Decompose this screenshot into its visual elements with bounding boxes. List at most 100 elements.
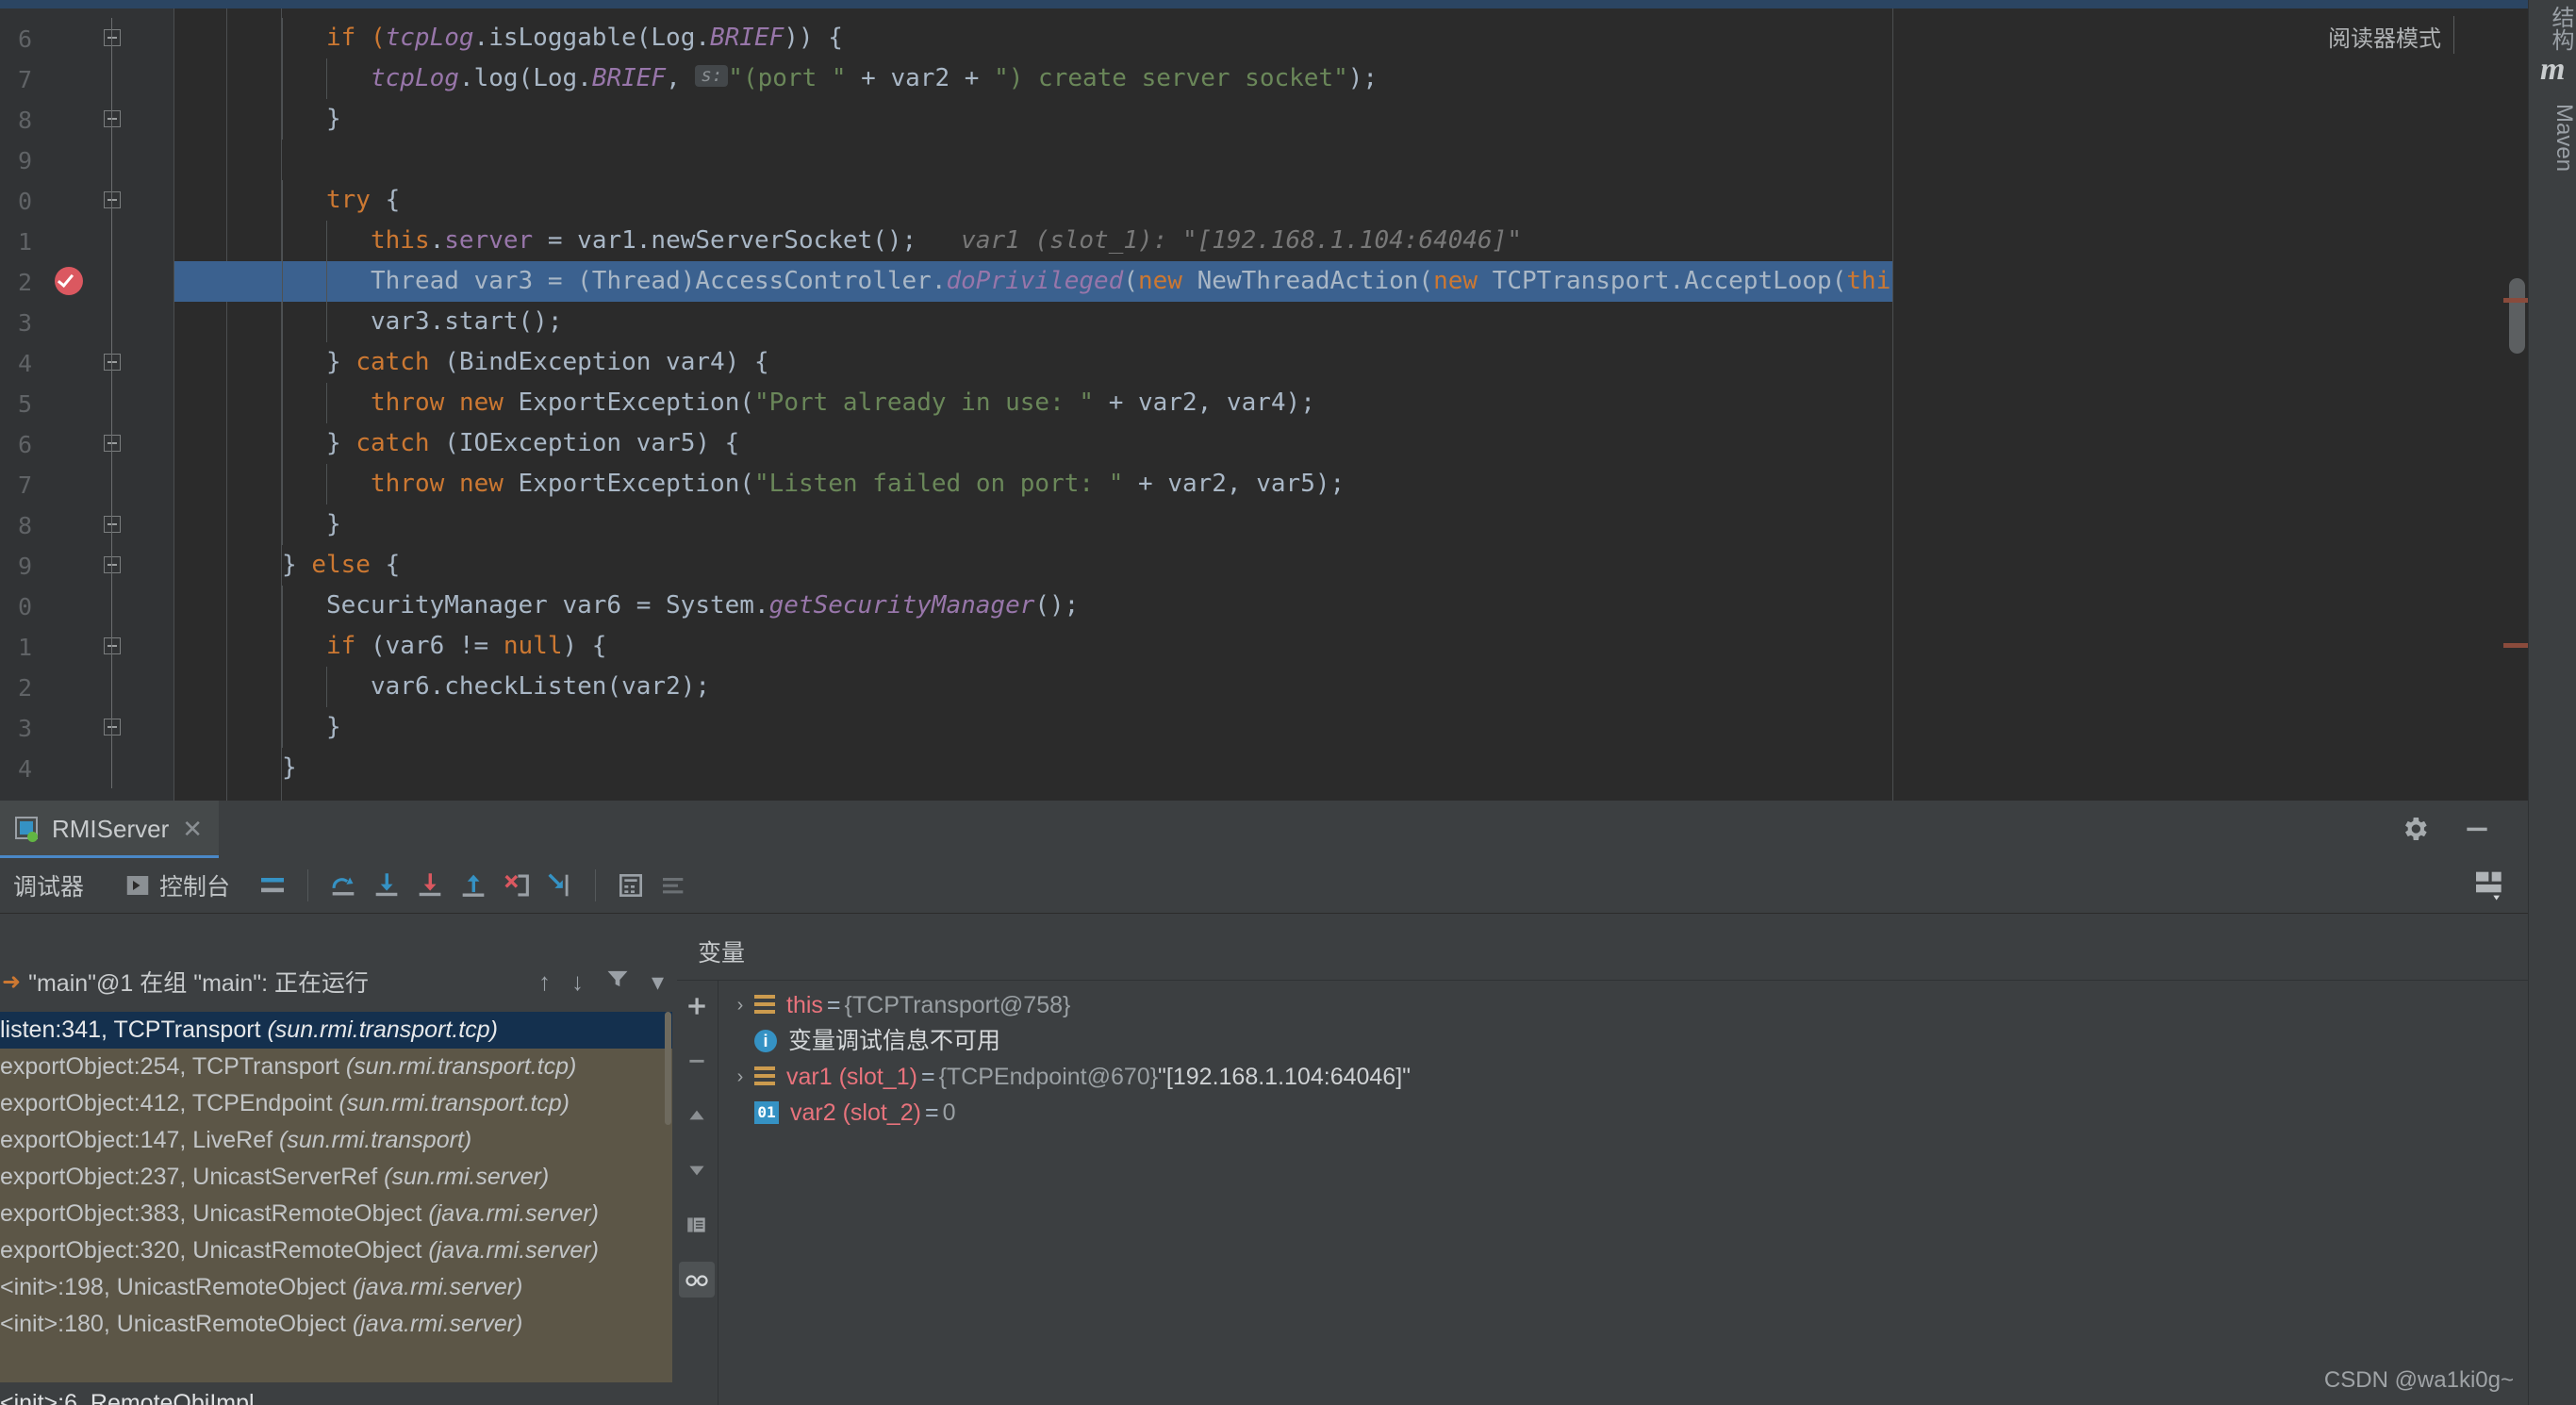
code-fold-toggle[interactable] xyxy=(104,110,121,127)
code-fold-toggle[interactable] xyxy=(104,516,121,533)
code-fold-toggle[interactable] xyxy=(104,354,121,371)
table-row[interactable]: exportObject:237, UnicastServerRef (sun.… xyxy=(0,1159,672,1196)
code-token: new xyxy=(1433,267,1478,295)
code-line[interactable]: } else { xyxy=(282,545,400,586)
table-row[interactable]: exportObject:320, UnicastRemoteObject (j… xyxy=(0,1232,672,1269)
frame-method: exportObject:147, LiveRef xyxy=(0,1127,279,1153)
table-row[interactable]: exportObject:383, UnicastRemoteObject (j… xyxy=(0,1196,672,1232)
debugger-tab-label[interactable]: 调试器 xyxy=(13,868,84,902)
code-fold-toggle[interactable] xyxy=(104,191,121,208)
gear-icon[interactable] xyxy=(2400,814,2430,849)
code-line[interactable]: } catch (BindException var4) { xyxy=(282,342,769,383)
code-line[interactable]: try { xyxy=(282,180,400,221)
frames-scrollbar-thumb[interactable] xyxy=(665,1012,671,1125)
inspect-icon[interactable] xyxy=(679,1262,715,1298)
console-play-icon[interactable] xyxy=(116,867,159,904)
code-token: try xyxy=(326,186,371,214)
step-over-icon[interactable] xyxy=(322,867,365,904)
breakpoint-icon[interactable] xyxy=(55,267,83,295)
debug-session-tab-label: RMIServer xyxy=(52,815,170,843)
list-item[interactable]: <init>:6, RemoteObjImpl xyxy=(0,1382,672,1405)
code-line[interactable]: tcpLog.log(Log.BRIEF, s: "(port " + var2 … xyxy=(282,58,1378,99)
fold-region-line xyxy=(111,99,112,140)
code-line[interactable]: var6.checkListen(var2); xyxy=(282,667,710,707)
force-step-into-icon[interactable] xyxy=(408,867,452,904)
line-number: 8 xyxy=(17,512,32,539)
error-stripe-marker[interactable] xyxy=(2503,643,2528,648)
code-line[interactable]: } xyxy=(282,99,341,140)
ide-window: 6789012345678901234 if (tcpLog.isLoggabl… xyxy=(0,0,2576,1405)
filter-icon[interactable] xyxy=(604,966,631,999)
variable-value: {TCPTransport@758} xyxy=(844,992,1071,1018)
sidebar-item-structure[interactable]: 结构 xyxy=(2529,6,2576,51)
thread-selector[interactable]: ➜ "main"@1 在组 "main": 正在运行 ↑ ↓ ▾ xyxy=(0,959,677,1004)
code-line[interactable]: throw new ExportException("Port already … xyxy=(282,383,1315,423)
layout-settings-icon[interactable] xyxy=(2471,866,2509,908)
line-number: 4 xyxy=(17,350,32,377)
code-token: new xyxy=(1137,267,1182,295)
list-item[interactable]: 01 var2 (slot_2) = 0 xyxy=(726,1095,2518,1131)
code-fold-toggle[interactable] xyxy=(104,29,121,46)
code-line[interactable]: this.server = var1.newServerSocket(); va… xyxy=(282,221,1522,261)
code-line[interactable]: } xyxy=(282,748,297,788)
list-item[interactable]: i 变量调试信息不可用 xyxy=(726,1023,2518,1059)
run-to-cursor-icon[interactable] xyxy=(538,867,582,904)
table-row[interactable]: <init>:180, UnicastRemoteObject (java.rm… xyxy=(0,1306,672,1343)
editor-scrollbar-thumb[interactable] xyxy=(2509,278,2525,354)
chevron-right-icon[interactable]: › xyxy=(726,1059,754,1095)
sidebar-item-maven[interactable]: Maven xyxy=(2529,104,2576,172)
code-token: } xyxy=(326,348,356,376)
evaluate-icon[interactable] xyxy=(609,867,652,904)
variables-tree[interactable]: › this = {TCPTransport@758} i 变量调试信息不可用 › var1 … xyxy=(726,987,2518,1131)
close-icon[interactable]: ✕ xyxy=(182,815,203,844)
call-stack-list[interactable]: listen:341, TCPTransport (sun.rmi.transp… xyxy=(0,1012,672,1382)
code-fold-toggle[interactable] xyxy=(104,719,121,736)
code-line[interactable]: if (tcpLog.isLoggable(Log.BRIEF)) { xyxy=(282,18,843,58)
code-token: catch xyxy=(355,348,430,376)
frames-icon[interactable] xyxy=(251,867,294,904)
code-line[interactable]: } xyxy=(282,707,341,748)
table-row[interactable]: <init>:198, UnicastRemoteObject (java.rm… xyxy=(0,1269,672,1306)
move-up-icon[interactable]: ↑ xyxy=(538,967,551,997)
error-stripe-marker[interactable] xyxy=(2503,298,2528,303)
code-token: ) { xyxy=(562,632,607,660)
table-row[interactable]: exportObject:412, TCPEndpoint (sun.rmi.t… xyxy=(0,1085,672,1122)
table-row[interactable]: listen:341, TCPTransport (sun.rmi.transp… xyxy=(0,1012,672,1049)
minimize-icon[interactable] xyxy=(2462,814,2492,849)
code-line[interactable]: SecurityManager var6 = System.getSecurit… xyxy=(282,586,1079,626)
code-line[interactable]: throw new ExportException("Listen failed… xyxy=(282,464,1345,504)
table-row[interactable]: exportObject:147, LiveRef (sun.rmi.trans… xyxy=(0,1122,672,1159)
line-number: 7 xyxy=(17,66,32,93)
chevron-down-icon[interactable]: ▾ xyxy=(652,967,664,997)
code-fold-toggle[interactable] xyxy=(104,556,121,573)
drop-frame-icon[interactable] xyxy=(495,867,538,904)
inline-debug-value: var1 (slot_1): "[192.168.1.104:64046]" xyxy=(916,226,1522,255)
move-up-icon[interactable] xyxy=(679,1098,715,1133)
table-row[interactable]: exportObject:254, TCPTransport (sun.rmi.… xyxy=(0,1049,672,1085)
copy-icon[interactable] xyxy=(679,1207,715,1243)
code-line[interactable]: if (var6 != null) { xyxy=(282,626,606,667)
code-line[interactable]: var3.start(); xyxy=(282,302,563,342)
list-item[interactable]: › var1 (slot_1) = {TCPEndpoint@670} "[192.1… xyxy=(726,1059,2518,1095)
mute-breakpoints-icon[interactable] xyxy=(652,867,696,904)
code-line[interactable]: } catch (IOException var5) { xyxy=(282,423,739,464)
thread-label: "main"@1 在组 "main": 正在运行 xyxy=(28,970,370,997)
code-token: TCPTransport.AcceptLoop( xyxy=(1478,267,1847,295)
debugger-toolbar[interactable]: 调试器 控制台 xyxy=(0,858,2528,913)
move-down-icon[interactable]: ↓ xyxy=(571,967,584,997)
list-item[interactable]: › this = {TCPTransport@758} xyxy=(726,987,2518,1023)
move-down-icon[interactable] xyxy=(679,1152,715,1188)
remove-watch-icon[interactable] xyxy=(679,1043,715,1079)
step-out-icon[interactable] xyxy=(452,867,495,904)
editor-scrollbar-track[interactable] xyxy=(2505,8,2528,801)
console-tab-label[interactable]: 控制台 xyxy=(159,868,230,902)
code-token: (var6 != xyxy=(355,632,504,660)
code-fold-toggle[interactable] xyxy=(104,637,121,654)
chevron-right-icon[interactable]: › xyxy=(726,987,754,1023)
code-line[interactable]: } xyxy=(282,504,341,545)
step-into-icon[interactable] xyxy=(365,867,408,904)
code-fold-toggle[interactable] xyxy=(104,435,121,452)
add-watch-icon[interactable] xyxy=(679,988,715,1024)
debug-session-tab-rmiserver[interactable]: RMIServer ✕ xyxy=(0,801,219,858)
code-editor[interactable]: 6789012345678901234 if (tcpLog.isLoggabl… xyxy=(0,8,2528,801)
